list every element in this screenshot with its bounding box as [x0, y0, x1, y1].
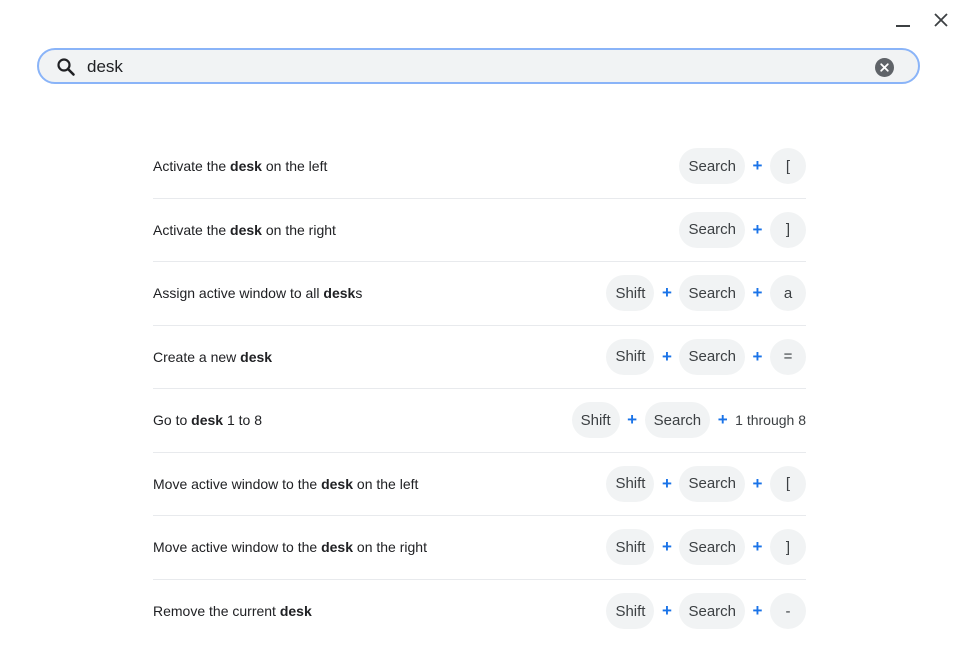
shortcut-row: Create a new desk Shift + Search + = [153, 326, 806, 389]
key-cap: Shift [606, 465, 655, 502]
shortcut-row: Assign active window to all desks Shift + S… [153, 262, 806, 326]
shortcut-description: Activate the desk on the left [153, 158, 327, 174]
shortcut-row: Move active window to the desk on the ri… [153, 516, 806, 580]
description-match: desk [191, 412, 224, 429]
clear-circle-icon[interactable] [875, 58, 894, 77]
key-cap: Search [679, 338, 745, 375]
search-icon [57, 58, 75, 76]
shortcut-description: Remove the current desk [153, 603, 312, 619]
plus-separator: + [662, 601, 672, 621]
description-text: Go to [153, 412, 192, 429]
shortcut-description: Go to desk 1 to 8 [153, 412, 262, 428]
shortcut-description: Activate the desk on the right [153, 222, 336, 238]
key-cap: Shift [606, 529, 655, 566]
description-text: 1 to 8 [223, 412, 262, 429]
key-cap: Shift [606, 338, 655, 375]
description-match: desk [321, 539, 354, 556]
plus-separator: + [662, 473, 672, 493]
plus-separator: + [627, 410, 638, 430]
shortcut-keys: Shift + Search + [ [606, 465, 806, 502]
key-cap: Search [679, 529, 745, 566]
shortcut-keys: Search + [ [679, 148, 806, 185]
key-cap: - [770, 593, 806, 630]
description-text: Move active window to the [153, 539, 322, 556]
key-cap: Shift [571, 402, 620, 439]
plus-separator: + [752, 601, 763, 621]
plus-separator: + [752, 219, 763, 239]
plus-separator: + [752, 473, 763, 493]
key-cap: [ [770, 465, 806, 502]
description-match: desk [230, 158, 262, 175]
key-cap: Shift [606, 593, 655, 630]
shortcut-description: Assign active window to all desks [153, 285, 362, 301]
shortcut-results-list: Activate the desk on the left Search +[Act… [153, 135, 806, 643]
plus-separator: + [662, 537, 672, 557]
description-text: Activate the [153, 158, 231, 175]
key-cap: ] [770, 529, 806, 566]
description-match: desk [240, 348, 273, 365]
shortcut-row: Move active window to the desk on the le… [153, 453, 806, 516]
search-input[interactable] [87, 56, 847, 78]
shortcut-description: Move active window to the desk on the le… [153, 476, 418, 492]
description-text: on the left [261, 158, 328, 175]
description-text: Assign active window to all [153, 285, 324, 302]
key-cap: Search [679, 148, 745, 185]
description-match: desk [323, 285, 356, 302]
key-cap: Search [679, 593, 745, 630]
key-cap: Search [679, 465, 745, 502]
description-text: Activate the [153, 221, 231, 238]
key-cap: [ [770, 148, 806, 185]
shortcut-keys: Shift + Search +1 through 8 [571, 402, 806, 439]
description-text: on the right [261, 221, 336, 238]
shortcut-description: Move active window to the desk on the ri… [153, 539, 427, 555]
shortcut-keys: Search +] [679, 211, 806, 248]
plus-separator: + [752, 156, 763, 176]
key-cap: Shift [606, 275, 655, 312]
plus-separator: + [752, 537, 763, 557]
shortcut-row: Go to desk 1 to 8 Shift + Search +1 through … [153, 389, 806, 453]
description-text: Move active window to the [153, 475, 322, 492]
minimize-icon [896, 25, 910, 27]
minimize-button[interactable] [891, 8, 915, 32]
close-button[interactable] [929, 8, 953, 32]
description-text: on the right [353, 539, 427, 556]
key-cap: Search [679, 275, 745, 312]
key-range-text: 1 through 8 [735, 412, 806, 429]
shortcut-keys: Shift + Search + a [606, 275, 806, 312]
description-text: on the left [353, 475, 419, 492]
shortcut-description: Create a new desk [153, 349, 272, 365]
shortcut-keys: Shift + Search +] [606, 529, 806, 566]
description-text: Create a new [153, 348, 241, 365]
description-match: desk [230, 221, 262, 238]
plus-separator: + [717, 410, 728, 430]
key-cap: ] [770, 211, 806, 248]
key-cap: Search [644, 402, 711, 439]
key-cap: a [770, 275, 806, 312]
shortcut-row: Activate the desk on the right Search +] [153, 199, 806, 262]
description-text: s [355, 285, 363, 302]
close-icon [934, 13, 948, 27]
description-match: desk [279, 603, 312, 620]
key-cap: = [770, 338, 806, 375]
shortcut-row: Remove the current desk Shift + Search + - [153, 580, 806, 644]
shortcut-row: Activate the desk on the left Search + [ [153, 135, 806, 199]
plus-separator: + [752, 346, 763, 366]
search-box[interactable] [37, 48, 920, 84]
shortcut-keys: Shift + Search + - [606, 593, 806, 630]
description-text: Remove the current [153, 603, 280, 620]
key-cap: Search [679, 211, 745, 248]
description-match: desk [321, 475, 354, 492]
plus-separator: + [662, 346, 672, 366]
shortcut-keys: Shift + Search + = [606, 338, 806, 375]
plus-separator: + [752, 283, 763, 303]
plus-separator: + [662, 283, 672, 303]
